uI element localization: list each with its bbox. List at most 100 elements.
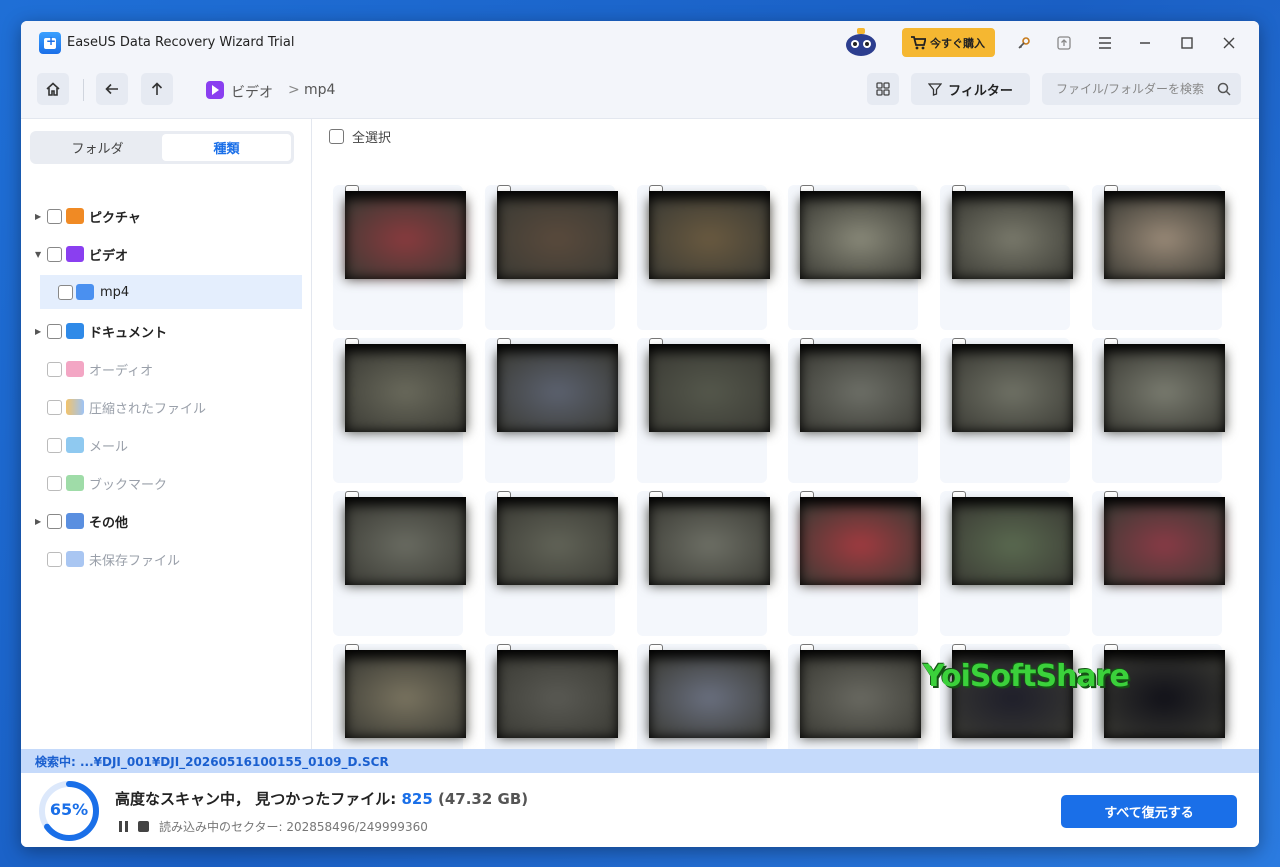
video-thumbnail[interactable] <box>636 491 770 636</box>
video-thumbnail[interactable] <box>940 185 1074 330</box>
watermark-text: YoiSoftShare <box>923 659 1130 694</box>
tab-folder[interactable]: フォルダ <box>33 134 162 161</box>
sectors-read-text: 読み込み中のセクター: 202858496/249999360 <box>159 820 428 834</box>
thumbnail-image <box>496 344 618 432</box>
back-button[interactable] <box>96 73 128 105</box>
select-all[interactable]: 全選択 <box>329 127 391 146</box>
category-label: ブックマーク <box>89 477 168 493</box>
home-button[interactable] <box>37 73 69 105</box>
tab-type[interactable]: 種類 <box>162 134 291 161</box>
caret-right-icon[interactable]: ▶ <box>35 327 41 336</box>
category-bookmarks[interactable]: ブックマーク <box>21 466 312 500</box>
grid-view-button[interactable] <box>867 73 899 105</box>
thumbnail-image <box>648 497 770 585</box>
cart-icon <box>911 35 926 49</box>
thumbnail-image <box>800 650 922 738</box>
key-icon[interactable] <box>1011 30 1037 56</box>
checkbox[interactable] <box>47 513 62 529</box>
checkbox[interactable] <box>58 284 73 300</box>
video-thumbnail[interactable]: DJI_202...4_D.MP4 <box>484 644 618 749</box>
video-thumbnail[interactable]: DJI_202...6_D.MP4 <box>788 644 922 749</box>
thumbnail-preview <box>952 199 1074 279</box>
category-documents[interactable]: ▶ ドキュメント <box>21 314 312 348</box>
archive-icon <box>66 399 84 415</box>
search-icon[interactable] <box>1217 82 1231 96</box>
video-thumbnail[interactable] <box>636 338 770 483</box>
video-thumbnail[interactable] <box>1092 491 1225 636</box>
picture-icon <box>66 208 84 224</box>
checkbox[interactable] <box>47 208 62 224</box>
checkbox[interactable] <box>47 323 62 339</box>
stop-icon[interactable] <box>138 821 149 832</box>
video-thumbnail[interactable] <box>484 338 618 483</box>
category-unsaved[interactable]: 未保存ファイル <box>21 542 312 576</box>
close-icon[interactable] <box>1216 30 1242 56</box>
thumbnail-preview <box>345 505 466 585</box>
video-thumbnail[interactable] <box>484 491 618 636</box>
mascot-icon[interactable] <box>841 25 881 59</box>
video-thumbnail[interactable] <box>788 338 922 483</box>
checkbox[interactable] <box>47 475 62 491</box>
video-icon <box>206 81 224 99</box>
video-thumbnail[interactable] <box>940 338 1074 483</box>
thumbnail-preview <box>800 505 922 585</box>
recover-all-button[interactable]: すべて復元する <box>1061 795 1237 828</box>
select-all-label: 全選択 <box>352 131 392 146</box>
buy-now-button[interactable]: 今すぐ購入 <box>902 28 995 57</box>
category-other[interactable]: ▶ その他 <box>21 504 312 538</box>
video-thumbnail[interactable] <box>484 185 618 330</box>
category-mp4[interactable]: mp4 <box>40 275 302 309</box>
video-icon <box>66 246 84 262</box>
caret-down-icon[interactable]: ▼ <box>35 250 41 259</box>
thumbnail-preview <box>952 352 1074 432</box>
checkbox[interactable] <box>47 361 62 377</box>
minimize-icon[interactable] <box>1132 30 1158 56</box>
checkbox[interactable] <box>47 551 62 567</box>
thumbnail-preview <box>345 658 466 738</box>
thumbnail-image <box>496 650 618 738</box>
video-thumbnail[interactable] <box>788 185 922 330</box>
category-label: オーディオ <box>89 363 154 379</box>
thumbnail-preview <box>496 505 618 585</box>
video-thumbnail[interactable]: DJI_202...5_D.MP4 <box>636 644 770 749</box>
video-thumbnail[interactable] <box>1092 185 1225 330</box>
thumbnail-preview <box>648 505 770 585</box>
up-button[interactable] <box>141 73 173 105</box>
maximize-icon[interactable] <box>1174 30 1200 56</box>
select-all-checkbox[interactable] <box>329 129 344 144</box>
menu-icon[interactable] <box>1092 30 1118 56</box>
category-mail[interactable]: メール <box>21 428 312 462</box>
thumbnail-image <box>800 497 922 585</box>
other-folder-icon <box>66 513 84 529</box>
scan-status-text: 高度なスキャン中， 見つかったファイル: <box>115 790 402 808</box>
video-thumbnail[interactable] <box>636 185 770 330</box>
caret-right-icon[interactable]: ▶ <box>35 517 41 526</box>
buy-now-label: 今すぐ購入 <box>930 36 985 50</box>
thumbnail-preview <box>496 658 618 738</box>
checkbox[interactable] <box>47 399 62 415</box>
checkbox[interactable] <box>47 437 62 453</box>
search-input[interactable] <box>1042 73 1241 105</box>
video-thumbnail[interactable] <box>333 491 466 636</box>
arrow-up-icon <box>151 82 163 95</box>
video-thumbnail[interactable] <box>788 491 922 636</box>
upload-icon[interactable] <box>1051 30 1077 56</box>
category-video[interactable]: ▼ ビデオ <box>21 237 312 271</box>
checkbox[interactable] <box>47 246 62 262</box>
thumbnail-image <box>496 191 618 279</box>
category-pictures[interactable]: ▶ ピクチャ <box>21 199 312 233</box>
breadcrumb-video[interactable]: ビデオ <box>231 82 273 102</box>
category-archives[interactable]: 圧縮されたファイル <box>21 390 312 424</box>
filter-button[interactable]: フィルター <box>911 73 1030 105</box>
caret-right-icon[interactable]: ▶ <box>35 212 41 221</box>
category-audio[interactable]: オーディオ <box>21 352 312 386</box>
breadcrumb-mp4[interactable]: mp4 <box>304 82 335 98</box>
video-thumbnail[interactable] <box>1092 338 1225 483</box>
video-thumbnail[interactable] <box>333 185 466 330</box>
pause-icon[interactable] <box>119 821 128 832</box>
video-thumbnail[interactable] <box>333 338 466 483</box>
video-thumbnail[interactable]: DJI_202...3_D.MP4 <box>333 644 466 749</box>
video-thumbnail[interactable] <box>940 491 1074 636</box>
folder-icon <box>76 284 94 300</box>
app-title: EaseUS Data Recovery Wizard Trial <box>67 35 295 50</box>
